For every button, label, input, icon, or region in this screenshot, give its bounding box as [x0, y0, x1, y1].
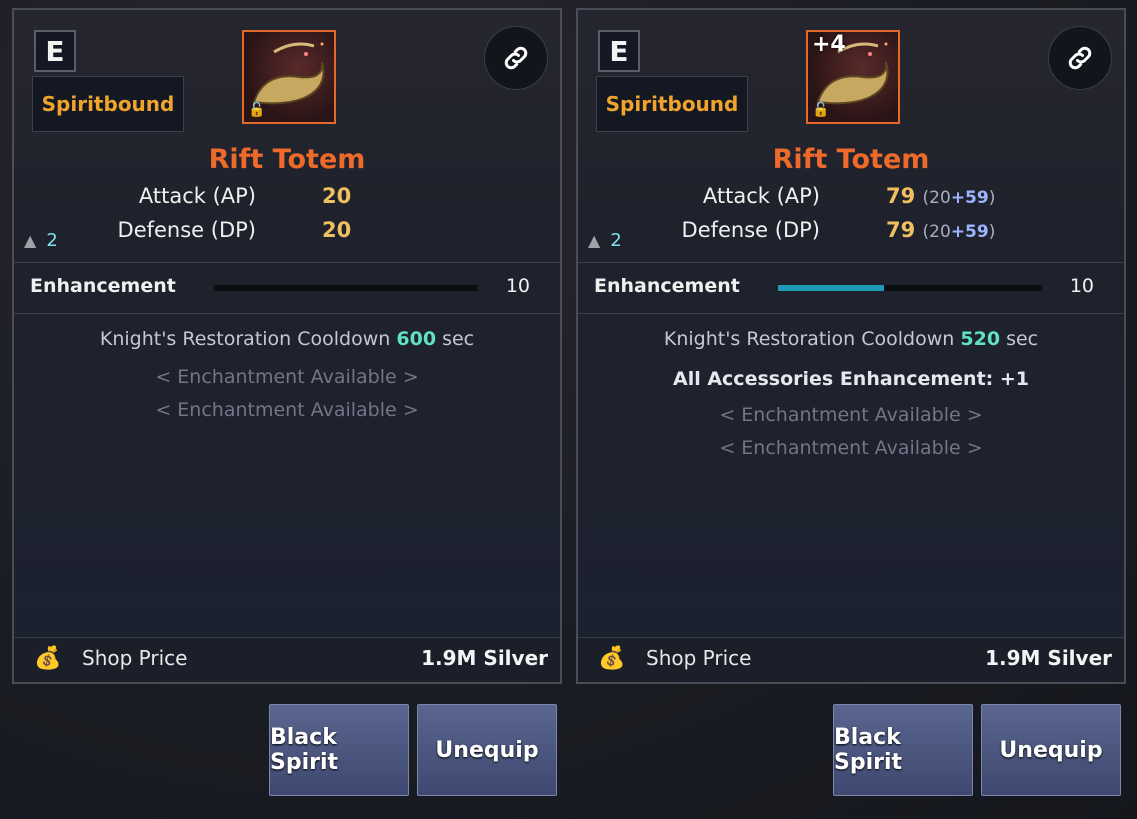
weight-value: 2 — [46, 230, 58, 251]
item-icon: 🔓 — [242, 30, 336, 124]
bound-status-badge: Spiritbound — [596, 76, 748, 132]
defense-value-number: 20 — [322, 218, 352, 242]
lock-icon: 🔓 — [812, 102, 830, 118]
cooldown-line: Knight's Restoration Cooldown 600 sec — [14, 328, 560, 350]
lock-icon: 🔓 — [248, 102, 266, 118]
defense-value: 20 — [322, 218, 351, 242]
cooldown-label: Knight's Restoration Cooldown — [99, 328, 391, 350]
enhancement-label: Enhancement — [594, 275, 740, 297]
link-button[interactable] — [484, 26, 548, 90]
link-button[interactable] — [1048, 26, 1112, 90]
enhancement-label: Enhancement — [30, 275, 176, 297]
attack-bonus-value: +59 — [950, 188, 989, 208]
item-tooltip-card: E Spiritbound 🔓 Rift Totem Attack (AP) 2… — [12, 8, 562, 684]
item-title: Rift Totem — [772, 144, 930, 175]
equipped-item-panel: E Spiritbound 🔓 Rift Totem Attack (AP) 2… — [0, 0, 562, 819]
silver-bag-icon: 💰 — [34, 646, 62, 671]
defense-label: Defense (DP) — [681, 218, 820, 242]
defense-base-value: (20 — [922, 222, 951, 242]
attack-base-value: (20 — [922, 188, 951, 208]
enhancement-row: Enhancement 10 — [14, 262, 560, 314]
weight-icon: ▲ — [588, 231, 601, 250]
shop-price-row: 💰 Shop Price 1.9M Silver — [578, 637, 1124, 682]
accessory-bonus-line: All Accessories Enhancement: +1 — [673, 368, 1029, 390]
cooldown-value: 520 — [960, 328, 1001, 350]
attack-value-number: 20 — [322, 184, 352, 208]
enhancement-value: 10 — [505, 275, 530, 297]
silver-bag-icon: 💰 — [598, 646, 626, 671]
bound-status-badge: Spiritbound — [32, 76, 184, 132]
attack-breakdown-close: ) — [988, 188, 996, 208]
shop-price-value: 1.9M Silver — [985, 646, 1112, 670]
cooldown-unit: sec — [1006, 328, 1039, 350]
tooltip-compare-view: E Spiritbound 🔓 Rift Totem Attack (AP) 2… — [0, 0, 1137, 819]
weight-value: 2 — [610, 230, 622, 251]
compared-item-panel: E Spiritbound +4 🔓 Rift Totem Attack (AP… — [564, 0, 1126, 819]
cooldown-line: Knight's Restoration Cooldown 520 sec — [578, 328, 1124, 350]
cooldown-value: 600 — [396, 328, 437, 350]
item-icon: +4 🔓 — [806, 30, 900, 124]
enhancement-bar — [214, 285, 478, 291]
shop-price-label: Shop Price — [82, 646, 188, 670]
cooldown-label: Knight's Restoration Cooldown — [663, 328, 955, 350]
attack-label: Attack (AP) — [138, 184, 256, 208]
weight-icon: ▲ — [24, 231, 37, 250]
unequip-button[interactable]: Unequip — [417, 704, 557, 796]
chain-link-icon — [504, 46, 528, 70]
defense-value: 79 (20+59) — [886, 218, 995, 242]
enchant-slot-1: < Enchantment Available > — [155, 366, 419, 388]
enhancement-bar — [778, 285, 1042, 291]
weight-indicator: ▲ 2 — [24, 230, 58, 251]
grade-badge: E — [598, 30, 640, 72]
black-spirit-button[interactable]: Black Spirit — [269, 704, 409, 796]
grade-badge: E — [34, 30, 76, 72]
attack-label: Attack (AP) — [702, 184, 820, 208]
attack-value-number: 79 — [886, 184, 916, 208]
enhancement-row: Enhancement 10 — [578, 262, 1124, 314]
weight-indicator: ▲ 2 — [588, 230, 622, 251]
enhancement-value: 10 — [1069, 275, 1094, 297]
item-tooltip-card: E Spiritbound +4 🔓 Rift Totem Attack (AP… — [576, 8, 1126, 684]
enchant-slot-2: < Enchantment Available > — [719, 437, 983, 459]
attack-value: 79 (20+59) — [886, 184, 995, 208]
enchant-slot-1: < Enchantment Available > — [719, 404, 983, 426]
shop-price-row: 💰 Shop Price 1.9M Silver — [14, 637, 560, 682]
shop-price-label: Shop Price — [646, 646, 752, 670]
attack-value: 20 — [322, 184, 351, 208]
item-title: Rift Totem — [208, 144, 366, 175]
cooldown-unit: sec — [442, 328, 475, 350]
defense-breakdown-close: ) — [988, 222, 996, 242]
black-spirit-button[interactable]: Black Spirit — [833, 704, 973, 796]
enhance-level-badge: +4 — [812, 32, 846, 57]
shop-price-value: 1.9M Silver — [421, 646, 548, 670]
enhancement-bar-fill — [778, 285, 884, 291]
unequip-button[interactable]: Unequip — [981, 704, 1121, 796]
defense-bonus-value: +59 — [950, 222, 989, 242]
defense-label: Defense (DP) — [117, 218, 256, 242]
defense-value-number: 79 — [886, 218, 916, 242]
chain-link-icon — [1068, 46, 1092, 70]
enchant-slot-2: < Enchantment Available > — [155, 399, 419, 421]
